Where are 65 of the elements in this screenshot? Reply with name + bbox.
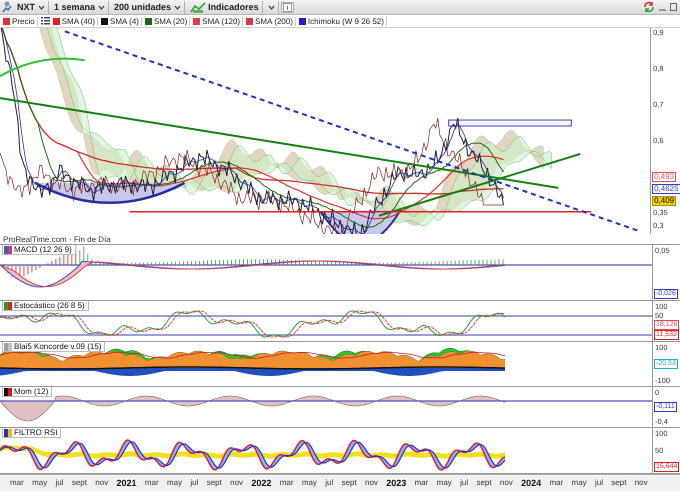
symbol-dropdown[interactable]: NXT bbox=[14, 0, 49, 14]
year-label: 2022 bbox=[251, 478, 272, 488]
caret-icon bbox=[268, 4, 275, 10]
month-label: nov bbox=[365, 478, 378, 488]
info-button[interactable] bbox=[280, 2, 294, 12]
month-label: jul bbox=[460, 478, 468, 488]
month-label: mar bbox=[414, 478, 428, 488]
month-label: nov bbox=[95, 478, 108, 488]
year-label: 2024 bbox=[521, 478, 542, 488]
legend-item[interactable]: SMA (40) bbox=[52, 16, 98, 26]
month-label: may bbox=[166, 478, 182, 488]
month-label: mar bbox=[10, 478, 24, 488]
indicators-chart-icon bbox=[190, 1, 206, 13]
month-label: jul bbox=[594, 478, 603, 488]
month-label: mar bbox=[280, 478, 294, 488]
legend-item[interactable]: SMA (4) bbox=[101, 16, 142, 26]
indicators-button[interactable]: Indicadores bbox=[187, 0, 263, 14]
price-tag: 0,4625 bbox=[652, 184, 680, 194]
month-label: jul bbox=[56, 478, 64, 488]
legend-item[interactable]: Precio bbox=[3, 16, 38, 26]
legend-item[interactable]: SMA (20) bbox=[144, 16, 190, 26]
month-label: jul bbox=[325, 478, 334, 488]
legend-item[interactable]: SMA (120) bbox=[193, 16, 244, 26]
legend-item[interactable]: SMA (200) bbox=[246, 16, 296, 26]
indicator-label[interactable]: MACD (12 26 9) bbox=[2, 245, 76, 255]
units-dropdown[interactable]: 200 unidades bbox=[111, 0, 186, 14]
indicator-label[interactable]: FILTRO RSI bbox=[2, 428, 62, 438]
month-label: mar bbox=[144, 478, 159, 488]
maximize-icon bbox=[670, 3, 677, 11]
month-label: jul bbox=[190, 478, 198, 488]
indicator-label[interactable]: Estocástico (26 8 5) bbox=[2, 301, 89, 311]
month-label: may bbox=[436, 478, 452, 488]
indicator-icon bbox=[4, 302, 12, 310]
year-label: 2023 bbox=[386, 478, 406, 488]
month-label: may bbox=[32, 478, 48, 488]
caret-icon bbox=[38, 4, 45, 10]
list-icon bbox=[40, 17, 50, 25]
month-label: nov bbox=[634, 478, 648, 488]
month-label: nov bbox=[230, 478, 244, 488]
year-label: 2021 bbox=[116, 478, 137, 488]
month-label: sept bbox=[342, 478, 357, 488]
refresh-button[interactable] bbox=[642, 0, 656, 14]
month-label: may bbox=[572, 478, 587, 488]
indicator-icon bbox=[4, 388, 12, 396]
caret-icon bbox=[174, 4, 182, 10]
price-tag: 0,409 bbox=[652, 196, 676, 206]
month-label: sept bbox=[476, 478, 492, 488]
month-label: may bbox=[302, 478, 317, 488]
price-tag: 0,493 bbox=[652, 172, 676, 182]
info-icon bbox=[282, 2, 292, 12]
month-label: sept bbox=[611, 478, 626, 488]
indicator-icon bbox=[4, 246, 12, 254]
indicator-label[interactable]: Blai5 Koncorde v.09 (15) bbox=[2, 342, 106, 352]
indicator-icon bbox=[4, 428, 12, 436]
maximize-button[interactable] bbox=[669, 0, 678, 14]
source-label: ProRealTime.com - Fin de Día bbox=[3, 234, 111, 244]
month-label: sept bbox=[72, 478, 87, 488]
month-label: sept bbox=[206, 478, 222, 488]
refresh-icon bbox=[643, 1, 655, 13]
legend-item[interactable]: Ichimoku (W 9 26 52) bbox=[298, 16, 387, 26]
month-label: nov bbox=[500, 478, 513, 488]
period-dropdown[interactable]: 1 semana bbox=[51, 0, 110, 14]
month-label: mar bbox=[549, 478, 564, 488]
caret-icon bbox=[98, 4, 106, 10]
indicator-label[interactable]: Mom (12) bbox=[2, 387, 52, 397]
